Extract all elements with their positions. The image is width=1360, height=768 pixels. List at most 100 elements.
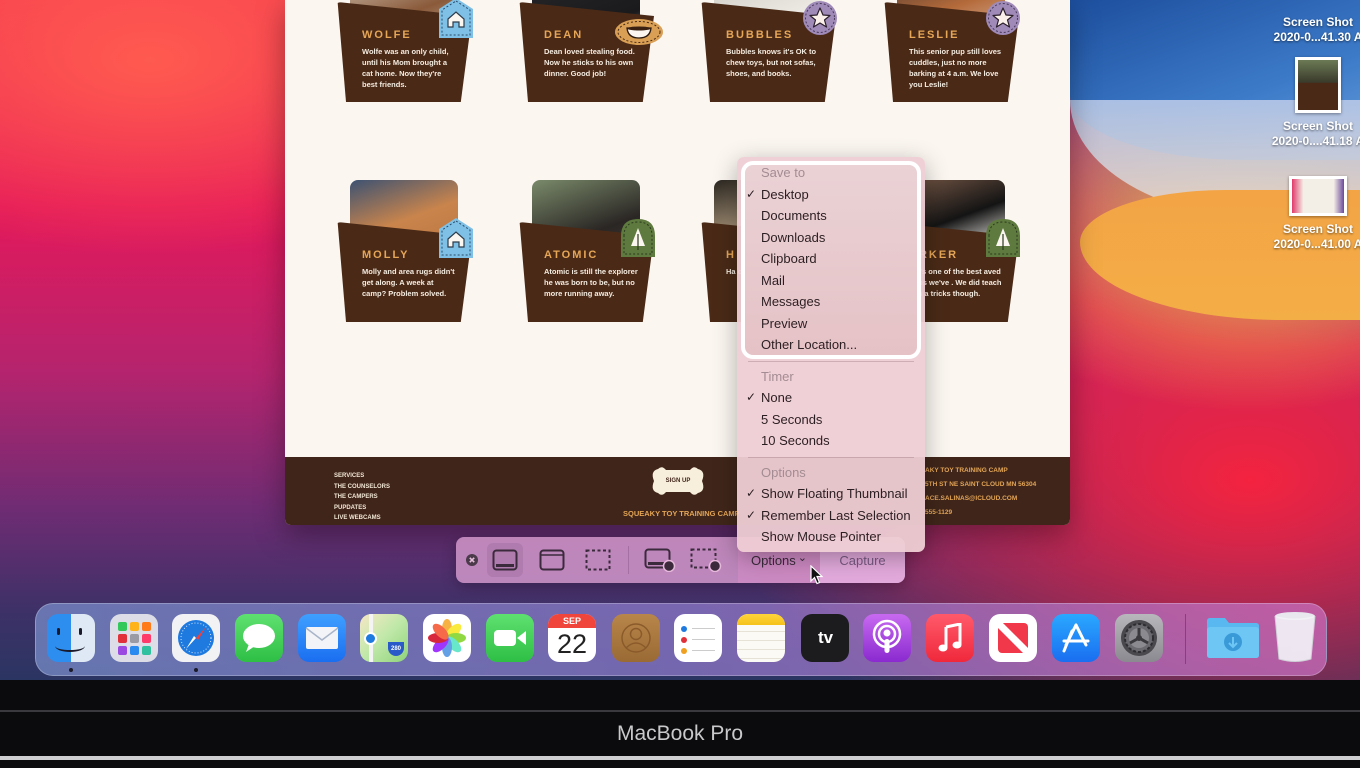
capture-selected-window-button[interactable] [534, 543, 570, 577]
dock-app-messages[interactable] [235, 614, 283, 662]
footer-link-pupdates[interactable]: PUPDATES [334, 505, 366, 511]
menu-item-show-mouse-pointer[interactable]: Show Mouse Pointer [737, 526, 925, 547]
record-entire-screen-button[interactable] [642, 543, 678, 577]
dock-app-calendar[interactable]: SEP 22 [548, 614, 596, 662]
dock-app-contacts[interactable] [612, 614, 660, 662]
camper-name: H [726, 249, 736, 261]
dock-app-downloads[interactable] [1204, 610, 1262, 664]
menu-item-desktop[interactable]: ✓ Desktop [737, 184, 925, 205]
desktop-file-screenshot-2[interactable]: Screen Shot 2020-0....41.18 A [1258, 57, 1360, 149]
dock-app-photos[interactable] [423, 614, 471, 662]
camper-description: This senior pup still loves cuddles, jus… [909, 47, 1002, 89]
footer-contact-email[interactable]: ACE.SALINAS@ICLOUD.COM [925, 495, 1017, 502]
menu-item-10-seconds[interactable]: 10 Seconds [737, 430, 925, 451]
footer-link-webcams[interactable]: LIVE WEBCAMS [334, 515, 381, 521]
footer-link-campers[interactable]: THE CAMPERS [334, 494, 378, 500]
desktop-file-screenshot-1[interactable]: Screen Shot 2020-0...41.30 A [1258, 15, 1360, 45]
file-name: Screen Shot [1282, 119, 1354, 133]
dock-app-news[interactable] [989, 614, 1037, 662]
dock-app-facetime[interactable] [486, 614, 534, 662]
dock-app-music[interactable] [926, 614, 974, 662]
menu-item-label: Other Location... [761, 337, 858, 352]
dock-app-notes[interactable] [737, 614, 785, 662]
signup-button[interactable]: SIGN UP [648, 465, 708, 497]
downloads-icon [1204, 610, 1262, 664]
running-indicator [69, 668, 73, 672]
facetime-icon [486, 614, 534, 662]
menu-item-label: Show Mouse Pointer [761, 529, 881, 544]
camper-card-leslie: LESLIE This senior pup still loves cuddle… [879, 0, 1020, 105]
menu-separator [748, 360, 914, 362]
capture-entire-screen-button[interactable] [487, 543, 523, 577]
running-indicator [194, 668, 198, 672]
bezel-edge [0, 756, 1360, 760]
camper-name: BUBBLES [726, 29, 794, 41]
dock-app-safari[interactable] [172, 614, 220, 662]
dock-app-maps[interactable]: 280 [360, 614, 408, 662]
dock-app-system-preferences[interactable] [1115, 614, 1163, 662]
menu-item-clipboard[interactable]: Clipboard [737, 248, 925, 269]
toolbar-divider [628, 546, 629, 574]
footer-link-services[interactable]: SERVICES [334, 473, 364, 479]
file-thumbnail [1289, 176, 1347, 216]
record-selected-portion-button[interactable] [688, 543, 724, 577]
dock-app-launchpad[interactable] [110, 614, 158, 662]
music-icon [926, 614, 974, 662]
dock-divider [1185, 614, 1186, 664]
footer-contact-phone: 555-1129 [925, 509, 953, 516]
footer-link-counselors[interactable]: THE COUNSELORS [334, 484, 390, 490]
menu-item-other-location[interactable]: Other Location... [737, 334, 925, 355]
dock-app-mail[interactable] [298, 614, 346, 662]
contacts-icon [612, 614, 660, 662]
dock-app-finder[interactable] [47, 614, 95, 662]
dock-app-reminders[interactable] [674, 614, 722, 662]
dock-app-app-store[interactable] [1052, 614, 1100, 662]
dock-app-podcasts[interactable] [863, 614, 911, 662]
mouse-cursor-icon [810, 565, 824, 585]
menu-item-preview[interactable]: Preview [737, 313, 925, 334]
signup-label: SIGN UP [665, 478, 691, 484]
desktop-file-screenshot-3[interactable]: Screen Shot 2020-0...41.00 A [1258, 176, 1360, 252]
tv-icon: tv [801, 614, 849, 662]
browser-webpage: WOLFE Wolfe was an only child, until his … [285, 0, 1070, 525]
menu-item-show-floating-thumbnail[interactable]: ✓ Show Floating Thumbnail [737, 483, 925, 504]
menu-item-label: Remember Last Selection [761, 507, 911, 523]
close-toolbar-button[interactable] [460, 543, 484, 577]
camper-description: Wolfe was an only child, until his Mom b… [362, 47, 449, 89]
file-date: 2020-0...41.30 A [1273, 30, 1360, 44]
chevron-down-icon: ⌄ [797, 551, 808, 564]
window-icon [539, 549, 565, 571]
menu-item-downloads[interactable]: Downloads [737, 227, 925, 248]
bowl-icon [614, 12, 664, 52]
camper-description: Atomic is still the explorer he was born… [544, 267, 638, 298]
options-label: Options [750, 552, 796, 568]
file-name: Screen Shot [1282, 222, 1354, 236]
safari-icon [172, 614, 220, 662]
menu-item-label: None [761, 390, 793, 405]
dock-app-trash[interactable] [1266, 610, 1324, 664]
menu-item-documents[interactable]: Documents [737, 205, 925, 226]
selection-icon [585, 549, 611, 571]
file-date: 2020-0...41.00 A [1273, 237, 1360, 251]
entire-screen-icon [492, 549, 518, 571]
desktop: Screen Shot 2020-0...41.30 A Screen Shot… [0, 0, 1360, 680]
menu-item-remember-last-selection[interactable]: ✓ Remember Last Selection [737, 505, 925, 526]
footer-contact-address: 5TH ST NE SAINT CLOUD MN 56304 [925, 481, 1037, 488]
mail-icon [298, 614, 346, 662]
notes-icon [737, 614, 785, 662]
menu-item-messages[interactable]: Messages [737, 291, 925, 312]
capture-selected-portion-button[interactable] [580, 543, 616, 577]
menu-item-label: Show Floating Thumbnail [761, 486, 908, 501]
file-name: Screen Shot [1282, 15, 1354, 29]
dock-app-tv[interactable]: tv [801, 614, 849, 662]
photos-icon [423, 614, 471, 662]
menu-item-mail[interactable]: Mail [737, 270, 925, 291]
app-store-icon [1052, 614, 1100, 662]
podcasts-icon [863, 614, 911, 662]
footer-brand: SQUEAKY TOY TRAINING CAMP [623, 509, 740, 518]
calendar-icon: SEP 22 [548, 614, 596, 662]
star-icon [802, 0, 838, 38]
tree-icon [985, 218, 1021, 258]
menu-item-none[interactable]: ✓ None [737, 387, 925, 408]
menu-item-5-seconds[interactable]: 5 Seconds [737, 409, 925, 430]
